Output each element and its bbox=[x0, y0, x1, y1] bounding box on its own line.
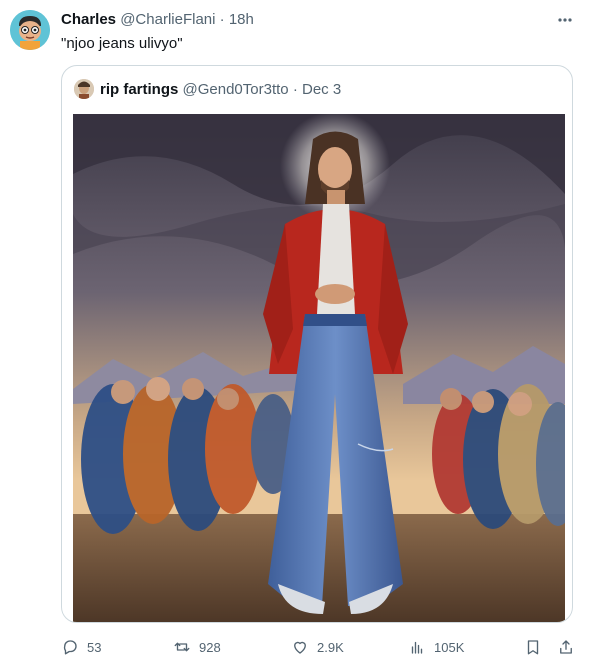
quoted-media[interactable] bbox=[73, 114, 565, 622]
quoted-separator: · bbox=[292, 81, 298, 98]
quoted-author-avatar[interactable] bbox=[74, 79, 94, 99]
like-button[interactable]: 2.9K bbox=[291, 637, 344, 657]
quoted-author-name[interactable]: rip fartings bbox=[100, 81, 178, 98]
bookmark-button[interactable] bbox=[524, 637, 542, 657]
repost-count: 928 bbox=[199, 639, 221, 655]
views-icon bbox=[411, 641, 423, 654]
tweet[interactable]: Charles @CharlieFlani · 18h "njoo jeans … bbox=[0, 0, 598, 670]
quoted-header: rip fartings @Gend0Tor3tto · Dec 3 bbox=[100, 81, 341, 98]
views-button[interactable]: 105K bbox=[408, 637, 464, 657]
views-count: 105K bbox=[434, 639, 465, 655]
action-bar: 53 928 2.9K 105K bbox=[61, 632, 581, 662]
more-button[interactable] bbox=[552, 10, 578, 30]
avatar-cartoon-icon bbox=[10, 10, 50, 50]
repost-button[interactable]: 928 bbox=[173, 637, 221, 657]
author-handle[interactable]: @CharlieFlani bbox=[120, 11, 215, 28]
quoted-date[interactable]: Dec 3 bbox=[302, 81, 341, 98]
more-icon bbox=[558, 18, 572, 22]
like-count: 2.9K bbox=[317, 639, 344, 655]
quoted-author-handle[interactable]: @Gend0Tor3tto bbox=[183, 81, 289, 98]
painting-image bbox=[73, 114, 565, 622]
header-separator: · bbox=[219, 11, 225, 28]
quoted-tweet[interactable]: rip fartings @Gend0Tor3tto · Dec 3 bbox=[61, 65, 573, 623]
reply-icon bbox=[63, 640, 77, 655]
tweet-header: Charles @CharlieFlani · 18h bbox=[61, 11, 254, 28]
quoted-avatar-icon bbox=[74, 79, 94, 99]
author-avatar[interactable] bbox=[10, 10, 50, 50]
share-button[interactable] bbox=[557, 637, 575, 657]
tweet-time[interactable]: 18h bbox=[229, 11, 254, 28]
like-icon bbox=[294, 641, 306, 654]
share-icon bbox=[560, 640, 572, 654]
tweet-text: "njoo jeans ulivyo" bbox=[61, 35, 183, 52]
reply-count: 53 bbox=[87, 639, 102, 655]
author-name[interactable]: Charles bbox=[61, 11, 116, 28]
reply-button[interactable]: 53 bbox=[61, 637, 101, 657]
repost-icon bbox=[174, 642, 190, 652]
bookmark-icon bbox=[527, 640, 539, 655]
